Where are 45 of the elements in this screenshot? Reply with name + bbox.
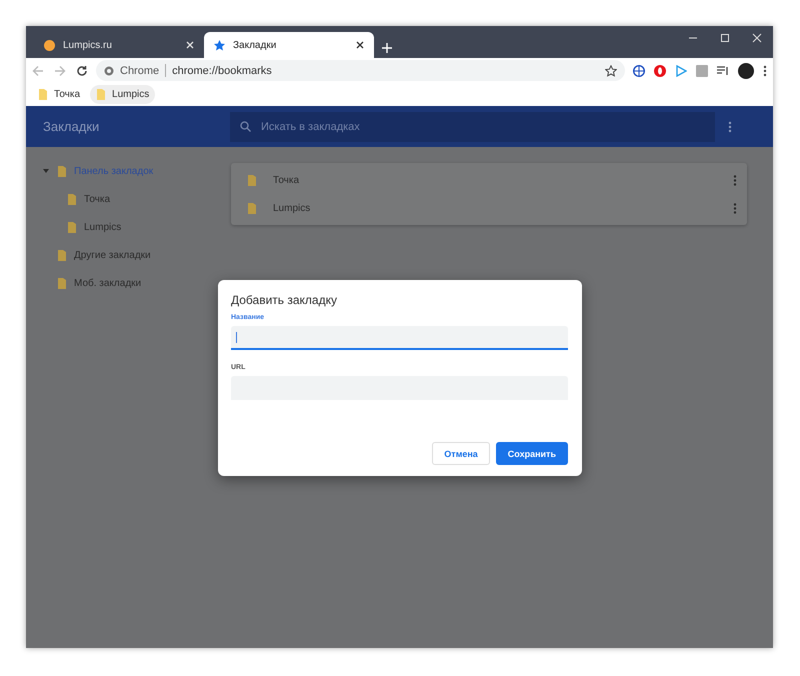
- star-icon: [214, 40, 225, 50]
- bookmark-item[interactable]: Точка: [32, 85, 86, 104]
- save-button[interactable]: Сохранить: [496, 442, 568, 465]
- site-label: Chrome: [120, 64, 160, 76]
- folder-icon: [247, 202, 257, 214]
- browser-tab[interactable]: Lumpics.ru: [34, 32, 204, 58]
- menu-icon[interactable]: [728, 120, 732, 132]
- browser-tab[interactable]: Закладки: [204, 32, 374, 58]
- folder-icon: [247, 174, 257, 186]
- reload-icon[interactable]: [76, 64, 88, 76]
- new-tab-icon[interactable]: [382, 43, 392, 53]
- folder-icon: [67, 192, 77, 206]
- tree-item[interactable]: Точка: [26, 185, 231, 213]
- address-bar[interactable]: Chrome chrome://bookmarks: [96, 60, 625, 81]
- app-title: Закладки: [42, 119, 100, 134]
- bookmark-row[interactable]: Lumpics: [231, 194, 747, 222]
- menu-icon[interactable]: [763, 64, 767, 76]
- site-favicon-icon: [44, 40, 55, 50]
- close-icon[interactable]: [356, 41, 364, 49]
- url-text: chrome://bookmarks: [172, 64, 273, 76]
- star-icon[interactable]: [605, 64, 617, 76]
- folder-icon: [38, 88, 48, 101]
- cancel-button[interactable]: Отмена: [432, 442, 490, 465]
- more-icon[interactable]: [733, 202, 737, 214]
- folder-icon: [57, 276, 67, 290]
- tree-item[interactable]: Другие закладки: [26, 241, 231, 269]
- dialog-title: Добавить закладку: [231, 293, 338, 307]
- avatar[interactable]: [738, 62, 754, 78]
- bookmark-item[interactable]: Lumpics: [90, 85, 156, 104]
- folder-icon: [96, 88, 106, 101]
- play-icon[interactable]: [675, 64, 687, 76]
- bookmark-row[interactable]: Точка: [231, 166, 747, 194]
- search-icon: [240, 121, 251, 132]
- folder-icon: [57, 248, 67, 262]
- search-field[interactable]: Искать в закладках: [230, 112, 715, 142]
- caret-icon[interactable]: [43, 169, 49, 173]
- letter-o-icon[interactable]: [654, 64, 666, 76]
- folder-icon: [57, 164, 67, 178]
- more-icon[interactable]: [733, 174, 737, 186]
- tree-item[interactable]: Моб. закладки: [26, 269, 231, 297]
- tree-item[interactable]: Lumpics: [26, 213, 231, 241]
- maximize-icon[interactable]: [720, 33, 730, 43]
- folder-icon: [67, 220, 77, 234]
- playlist-icon[interactable]: [717, 64, 729, 76]
- input-field[interactable]: [231, 326, 568, 350]
